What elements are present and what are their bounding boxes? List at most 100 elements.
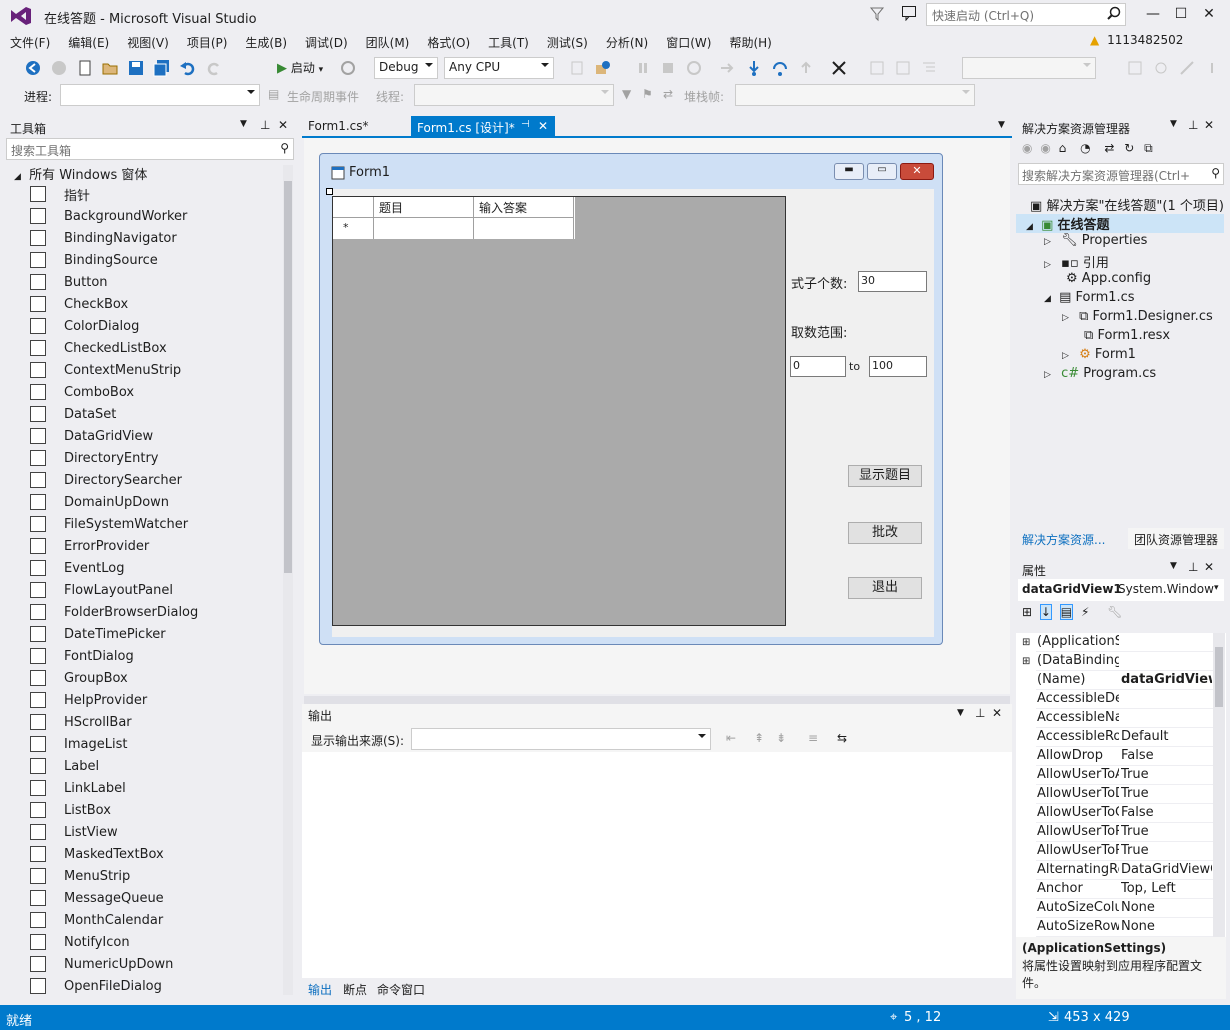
toolbox-item[interactable]: 指针 <box>4 183 296 205</box>
open-file-icon[interactable] <box>101 59 119 77</box>
menu-item[interactable]: 窗口(W) <box>657 31 720 54</box>
uncomment-icon[interactable] <box>894 59 912 77</box>
pane-menu-icon[interactable]: ▼ <box>1170 561 1177 571</box>
home-icon[interactable]: ⌂ <box>1059 141 1067 155</box>
property-value[interactable]: Default <box>1121 729 1212 744</box>
toolbox-item[interactable]: FontDialog <box>4 645 296 667</box>
object-select[interactable]: dataGridView1 System.Window ▾ <box>1018 579 1224 601</box>
menu-item[interactable]: 工具(T) <box>479 31 538 54</box>
properties-icon[interactable]: ▤ <box>1059 604 1074 620</box>
save-icon[interactable] <box>127 59 145 77</box>
tab-command-window[interactable]: 命令窗口 <box>377 981 425 998</box>
overflow-icon[interactable] <box>1203 59 1221 77</box>
toolbox-item[interactable]: LinkLabel <box>4 777 296 799</box>
quick-launch-input[interactable]: 快速启动 (Ctrl+Q) <box>926 3 1126 26</box>
next-message-icon[interactable]: ⇟ <box>776 731 786 745</box>
splitter[interactable] <box>304 696 1010 704</box>
search-icon[interactable] <box>1107 6 1121 20</box>
range-max-input[interactable]: 100 <box>869 356 927 377</box>
property-row[interactable]: AllowUserToR True <box>1036 842 1224 861</box>
comment-icon[interactable] <box>868 59 886 77</box>
toolbox-item[interactable]: FlowLayoutPanel <box>4 579 296 601</box>
indent-icon[interactable] <box>920 59 938 77</box>
stop-icon[interactable] <box>659 59 677 77</box>
restart-icon[interactable] <box>340 60 356 76</box>
property-value[interactable]: True <box>1121 767 1212 782</box>
property-row[interactable]: AccessibleNar <box>1036 709 1224 728</box>
selection-lock-icon[interactable] <box>326 188 333 195</box>
menu-item[interactable]: 格式(O) <box>418 31 479 54</box>
redo-icon[interactable] <box>205 59 223 77</box>
toolbox-item[interactable]: DateTimePicker <box>4 623 296 645</box>
form-close-button[interactable]: ✕ <box>900 163 934 180</box>
toolbox-item[interactable]: CheckBox <box>4 293 296 315</box>
grid-cell[interactable] <box>474 218 574 239</box>
property-row[interactable]: AllowUserToR True <box>1036 823 1224 842</box>
property-row[interactable]: (Name) dataGridView <box>1036 671 1224 690</box>
toolbox-search-input[interactable]: 搜索工具箱 ⚲ <box>6 138 294 160</box>
pane-menu-icon[interactable]: ▼ <box>1170 119 1177 129</box>
toolbox-item[interactable]: Label <box>4 755 296 777</box>
toolbox-item[interactable]: HScrollBar <box>4 711 296 733</box>
solution-search-input[interactable]: 搜索解决方案资源管理器(Ctrl+ ⚲ <box>1018 163 1224 185</box>
toolbox-item[interactable]: NotifyIcon <box>4 931 296 953</box>
pause-icon[interactable] <box>634 59 652 77</box>
property-row[interactable]: AllowUserToD True <box>1036 785 1224 804</box>
property-value[interactable]: False <box>1121 748 1212 763</box>
form-minimize-button[interactable]: ▬ <box>834 163 864 180</box>
property-row[interactable]: (DataBindings <box>1036 652 1224 671</box>
breakpoint-icon[interactable] <box>830 59 848 77</box>
attach-icon[interactable] <box>568 59 586 77</box>
pin-icon[interactable]: ⊥ <box>1188 118 1198 132</box>
minimize-button[interactable]: — <box>1140 4 1166 24</box>
filter-icon[interactable] <box>869 6 885 22</box>
close-button[interactable]: ✕ <box>1196 4 1222 24</box>
history-icon[interactable]: ◔ <box>1080 141 1090 155</box>
toolbox-item[interactable]: HelpProvider <box>4 689 296 711</box>
tree-project[interactable]: ◢ ▣ 在线答题 <box>1016 214 1224 233</box>
property-value[interactable]: False <box>1121 805 1212 820</box>
tree-app-config[interactable]: ⚙ App.config <box>1066 271 1151 290</box>
grid-new-row-marker[interactable]: * <box>333 218 374 239</box>
toolbox-item[interactable]: NumericUpDown <box>4 953 296 975</box>
toolbox-item[interactable]: MonthCalendar <box>4 909 296 931</box>
tree-properties[interactable]: ▷ 🔧︎ Properties <box>1044 233 1147 252</box>
sync-icon[interactable]: ⇄ <box>1104 141 1114 155</box>
alphabetical-icon[interactable]: ↓ <box>1039 604 1052 620</box>
menu-item[interactable]: 调试(D) <box>296 31 357 54</box>
property-value[interactable]: None <box>1121 900 1212 915</box>
toolbox-item[interactable]: CheckedListBox <box>4 337 296 359</box>
forward-icon[interactable] <box>50 59 68 77</box>
tab-solution-explorer[interactable]: 解决方案资源... <box>1022 531 1105 548</box>
find-message-icon[interactable]: ⇤ <box>726 731 736 745</box>
restart-debug-icon[interactable] <box>685 59 703 77</box>
tab-form1-code[interactable]: Form1.cs* <box>302 116 407 138</box>
link-icon[interactable] <box>1152 59 1170 77</box>
property-row[interactable]: AccessibleDes <box>1036 690 1224 709</box>
account-area[interactable]: ▲ 1113482502 <box>1090 33 1183 47</box>
toolbox-item[interactable]: OpenFileDialog <box>4 975 296 997</box>
exit-button[interactable]: 退出 <box>848 577 922 599</box>
expand-icon[interactable]: ⊞ <box>1022 656 1030 667</box>
feedback-icon[interactable] <box>901 5 917 21</box>
save-all-icon[interactable] <box>153 59 171 77</box>
tree-references[interactable]: ▷ ▪▫ 引用 <box>1044 252 1109 271</box>
tree-form1-designer[interactable]: ▷ ⧉ Form1.Designer.cs <box>1062 309 1213 328</box>
thread-select[interactable] <box>414 84 614 106</box>
toolbox-group-header[interactable]: ◢ 所有 Windows 窗体 <box>4 161 296 183</box>
layout-icon[interactable] <box>1126 59 1144 77</box>
output-source-select[interactable] <box>411 728 711 750</box>
platform-select[interactable]: Any CPU <box>444 57 554 79</box>
step-over-icon[interactable] <box>771 59 789 77</box>
property-row[interactable]: AlternatingRo DataGridViewC <box>1036 861 1224 880</box>
property-row[interactable]: AccessibleRol Default <box>1036 728 1224 747</box>
toolbox-item[interactable]: ListView <box>4 821 296 843</box>
collapse-all-icon[interactable]: ⧉ <box>1144 141 1153 155</box>
form-maximize-button[interactable]: ▭ <box>867 163 897 180</box>
toolbox-item[interactable]: MenuStrip <box>4 865 296 887</box>
toolbox-item[interactable]: MaskedTextBox <box>4 843 296 865</box>
tree-solution[interactable]: ▣ 解决方案"在线答题"(1 个项目) <box>1030 195 1224 214</box>
tab-form1-designer[interactable]: Form1.cs [设计]* ⊣ ✕ <box>411 116 555 138</box>
menu-item[interactable]: 帮助(H) <box>720 31 780 54</box>
undo-icon[interactable] <box>179 59 197 77</box>
